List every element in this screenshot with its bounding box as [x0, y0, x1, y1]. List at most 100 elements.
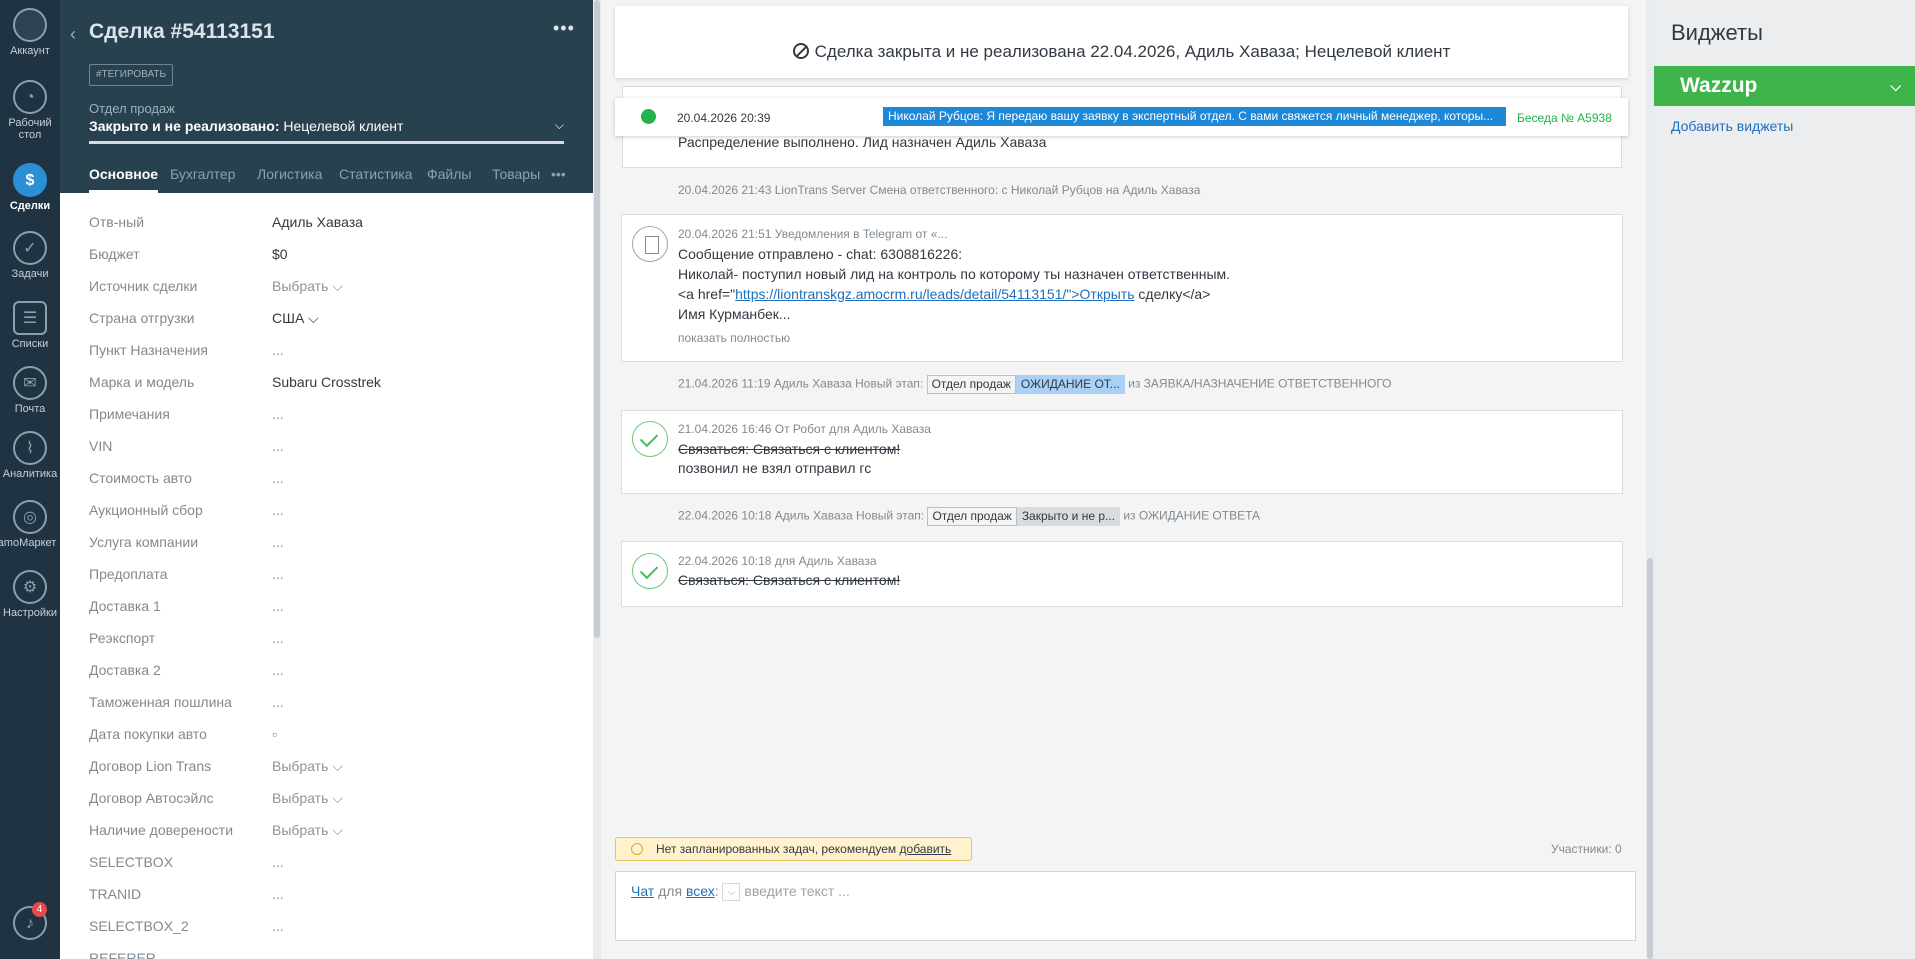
chevron-down-icon: ⌵ [554, 118, 564, 132]
tab-statistics[interactable]: Статистика [339, 166, 413, 193]
field-row: Пункт Назначения... [60, 321, 594, 358]
add-widgets-link[interactable]: Добавить виджеты [1671, 118, 1793, 134]
closed-text: Сделка закрыта и не реализована 22.04.20… [615, 42, 1628, 62]
nav-market[interactable]: ◎ amoМаркет [0, 500, 60, 549]
nav-label: Задачи [11, 268, 49, 280]
tab-main[interactable]: Основное [89, 166, 159, 193]
back-chevron-icon[interactable]: ‹ [70, 24, 76, 45]
nav-label: Настройки [3, 607, 57, 619]
closed-banner: Сделка закрыта и не реализована 22.04.20… [615, 6, 1628, 78]
field-row: Доставка 1... [60, 577, 594, 614]
pipeline-chip: Отдел продаж [927, 507, 1017, 526]
field-row: TRANID... [60, 865, 594, 902]
nav-mail[interactable]: ✉ Почта [0, 366, 60, 415]
stage-change: 22.04.2026 10:18 Адиль Хаваза Новый этап… [678, 507, 1260, 526]
stage-prefix: 21.04.2026 11:19 Адиль Хаваза Новый этап… [678, 376, 924, 391]
tabs-more-icon[interactable]: ••• [551, 166, 566, 182]
deals-icon: $ [13, 163, 47, 197]
nav-deals[interactable]: $ Сделки [0, 163, 60, 212]
analytics-icon: ⌇ [13, 431, 47, 465]
notifications-badge: 4 [32, 902, 47, 917]
whatsapp-bar[interactable]: 20.04.2026 20:39 Николай Рубцов: Я перед… [615, 98, 1628, 136]
check-icon [632, 421, 668, 457]
deal-scrollbar[interactable] [593, 0, 601, 959]
nav-label: Аккаунт [10, 45, 50, 57]
stage-prefix: 22.04.2026 10:18 Адиль Хаваза Новый этап… [678, 508, 925, 523]
tasks-icon: ✓ [13, 231, 47, 265]
field-row: Услуга компании... [60, 513, 594, 550]
add-task-link[interactable]: добавить [900, 842, 952, 856]
field-row: Бюджет $0 [60, 225, 594, 262]
no-tasks-notice: Нет запланированных задач, рекомендуем д… [615, 837, 972, 861]
lists-icon: ☰ [13, 301, 47, 335]
clock-icon [631, 843, 643, 855]
wazzup-label: Wazzup [1680, 74, 1758, 97]
widgets-title: Виджеты [1671, 20, 1763, 45]
nav-account[interactable]: Аккаунт [0, 8, 60, 57]
field-row: Наличие доверености Выбрать ⌵ [60, 801, 594, 838]
deal-link[interactable]: https://liontranskgz.amocrm.ru/leads/det… [735, 286, 1134, 302]
pipeline-label: Отдел продаж [89, 101, 175, 116]
telegram-text: сделку</a> [1134, 286, 1211, 302]
stage-change: 21.04.2026 11:19 Адиль Хаваза Новый этап… [678, 375, 1392, 394]
field-row: Договор Lion Trans Выбрать ⌵ [60, 737, 594, 774]
whatsapp-message[interactable]: Николай Рубцов: Я передаю вашу заявку в … [883, 107, 1506, 126]
responsible-change: 20.04.2026 21:43 LionTrans Server Смена … [678, 183, 1201, 197]
chat-composer[interactable]: Чат для всех: ⌵ введите текст ... [615, 871, 1636, 941]
field-row: Реэкспорт... [60, 609, 594, 646]
tab-files[interactable]: Файлы [427, 166, 471, 193]
tab-accounting[interactable]: Бухгалтер [170, 166, 242, 193]
check-icon [632, 553, 668, 589]
field-row: SELECTBOX... [60, 833, 594, 870]
field-row: Договор Автосэйлс Выбрать ⌵ [60, 769, 594, 806]
chevron-down-icon[interactable]: ⌵ [722, 883, 741, 902]
chevron-down-icon[interactable]: ⌵ [1890, 66, 1901, 106]
tab-logistics[interactable]: Логистика [257, 166, 322, 193]
field-row: Источник сделки Выбрать ⌵ [60, 257, 594, 294]
status-rest: Нецелевой клиент [279, 118, 404, 134]
message-input[interactable]: введите текст ... [744, 883, 849, 899]
telegram-meta: 20.04.2026 21:51 Уведомления в Telegram … [678, 227, 948, 241]
scrollbar-thumb[interactable] [594, 0, 600, 638]
nav-settings[interactable]: ⚙ Настройки [0, 570, 60, 619]
pipeline-chip: Отдел продаж [926, 375, 1016, 394]
field-row: Аукционный сбор... [60, 481, 594, 518]
task-title: Связаться: Связаться с клиентом! [678, 441, 901, 457]
field-row: Предоплата... [60, 545, 594, 582]
stage-chip: ОЖИДАНИЕ ОТ... [1015, 375, 1125, 394]
mail-icon: ✉ [13, 366, 47, 400]
nav-lists[interactable]: ☰ Списки [0, 301, 60, 350]
nav-notifications[interactable]: ♪ [0, 906, 60, 943]
field-row: Примечания... [60, 385, 594, 422]
more-menu-icon[interactable]: ••• [553, 18, 575, 39]
feed-scrollbar[interactable] [1646, 0, 1654, 959]
tag-button[interactable]: #ТЕГИРОВАТЬ [89, 64, 174, 86]
field-row: Страна отгрузки США ⌵ [60, 289, 594, 326]
nav-analytics[interactable]: ⌇ Аналитика [0, 431, 60, 480]
market-icon: ◎ [13, 500, 47, 534]
recipients-link[interactable]: всех [686, 883, 715, 899]
stage-suffix: из ОЖИДАНИЕ ОТВЕТА [1123, 508, 1261, 523]
nav-tasks[interactable]: ✓ Задачи [0, 231, 60, 280]
tab-products[interactable]: Товары [492, 166, 540, 193]
field-row: Стоимость авто... [60, 449, 594, 486]
wazzup-widget[interactable]: Wazzup ⌵ [1654, 66, 1915, 106]
telegram-link-line: <a href="https://liontranskgz.amocrm.ru/… [678, 286, 1210, 302]
deal-title[interactable]: Сделка #54113151 [89, 20, 275, 44]
status-select[interactable]: Закрыто и не реализовано: Нецелевой клие… [89, 118, 564, 144]
composer-text: для [654, 883, 686, 899]
chat-mode-link[interactable]: Чат [631, 883, 654, 899]
show-full-link[interactable]: показать полностью [678, 331, 790, 345]
dashboard-icon: ◔ [13, 80, 47, 114]
field-row: SELECTBOX_2... [60, 897, 594, 934]
field-row: Доставка 2... [60, 641, 594, 678]
scrollbar-thumb[interactable] [1647, 558, 1653, 959]
nav-label: Почта [14, 403, 46, 415]
field-row: Марка и модель Subaru Crosstrek [60, 353, 594, 390]
deal-fields: Отв-ный Адиль Хаваза Бюджет $0 Источник сд… [60, 193, 594, 959]
main-nav: Аккаунт ◔ Рабочий стол $ Сделки ✓ Задачи… [0, 0, 60, 959]
field-row: REFERER [60, 929, 594, 959]
nav-dashboard[interactable]: ◔ Рабочий стол [0, 80, 60, 141]
conversation-link[interactable]: Беседа № A5938 [1517, 111, 1612, 125]
whatsapp-time: 20.04.2026 20:39 [677, 111, 771, 125]
